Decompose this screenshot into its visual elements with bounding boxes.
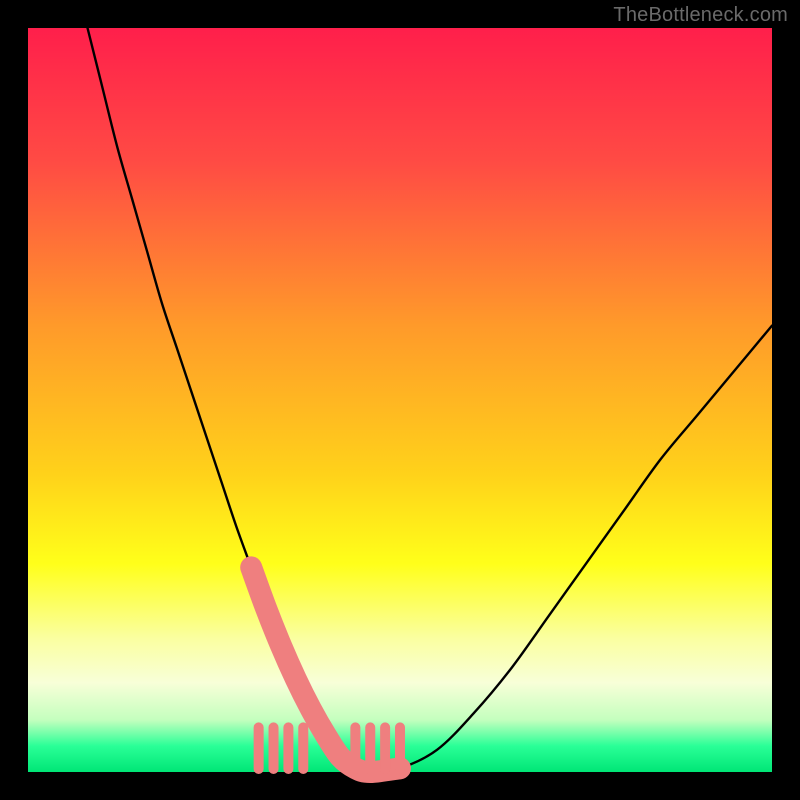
plot-background [28,28,772,772]
watermark-label: TheBottleneck.com [613,4,788,27]
chart-svg [0,0,800,800]
chart-frame: TheBottleneck.com [0,0,800,800]
